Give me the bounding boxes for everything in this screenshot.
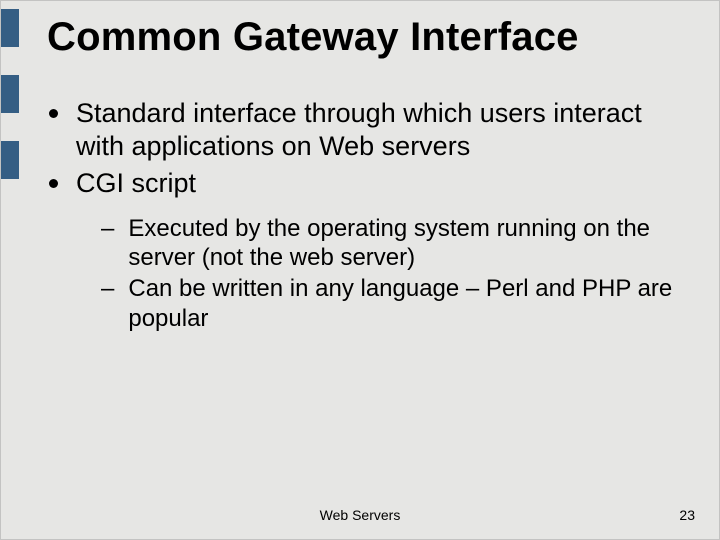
bullet-dash-icon: – — [101, 214, 114, 243]
sub-bullet-item: – Executed by the operating system runni… — [101, 214, 691, 273]
accent-bar — [1, 75, 19, 113]
slide: Common Gateway Interface Standard interf… — [0, 0, 720, 540]
bullet-item: Standard interface through which users i… — [49, 97, 691, 163]
bullet-dot-icon — [49, 109, 58, 118]
page-number: 23 — [679, 507, 695, 523]
bullet-text: CGI script — [76, 167, 196, 200]
bullet-item: CGI script — [49, 167, 691, 200]
footer-title: Web Servers — [1, 507, 719, 523]
sub-bullet-item: – Can be written in any language – Perl … — [101, 274, 691, 333]
bullet-dot-icon — [49, 179, 58, 188]
sub-bullet-group: – Executed by the operating system runni… — [101, 214, 691, 333]
accent-bar — [1, 141, 19, 179]
slide-title: Common Gateway Interface — [47, 15, 699, 60]
sub-bullet-text: Can be written in any language – Perl an… — [128, 274, 691, 333]
bullet-text: Standard interface through which users i… — [76, 97, 691, 163]
accent-bar — [1, 9, 19, 47]
sub-bullet-text: Executed by the operating system running… — [128, 214, 691, 273]
slide-body: Standard interface through which users i… — [49, 97, 691, 335]
bullet-dash-icon: – — [101, 274, 114, 303]
